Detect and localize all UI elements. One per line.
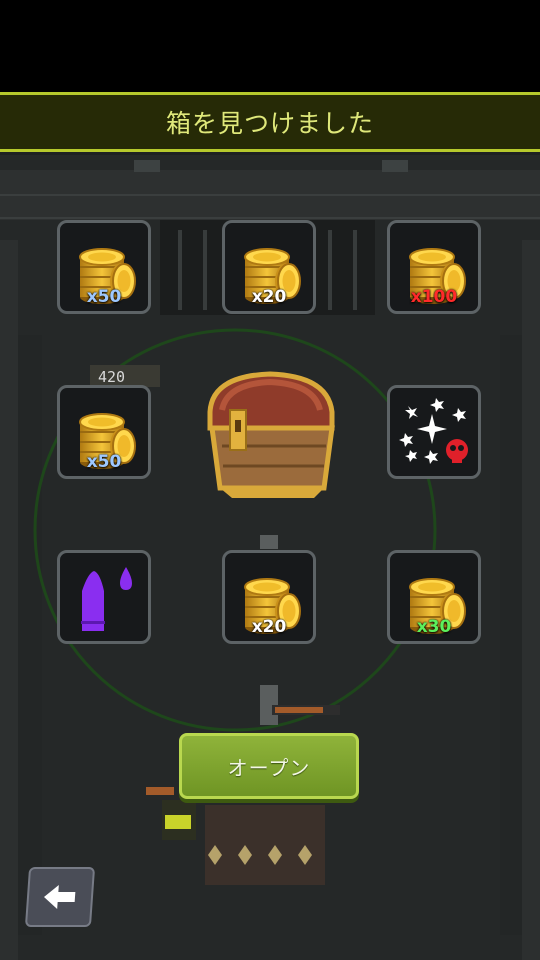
arrow-left-icon xyxy=(44,885,76,909)
reward-quantity: x30 xyxy=(416,617,452,637)
back-button[interactable] xyxy=(24,867,96,927)
reward-quantity: x20 xyxy=(251,287,287,307)
reward-slot-coins-1[interactable]: x50 xyxy=(57,220,151,314)
reward-quantity: x50 xyxy=(86,287,122,307)
reward-quantity: x50 xyxy=(86,452,122,472)
reward-slot-shuriken[interactable] xyxy=(387,385,481,479)
top-black-bar xyxy=(0,0,540,92)
reward-slot-coins-4[interactable]: x50 xyxy=(57,385,151,479)
open-button-label: オープン xyxy=(227,755,311,780)
open-chest-button[interactable]: オープン xyxy=(179,733,359,799)
wall-counter: 420 xyxy=(98,368,125,386)
shuriken-poison-icon xyxy=(399,398,468,464)
reward-slot-coins-5[interactable]: x20 xyxy=(222,550,316,644)
reward-quantity: x100 xyxy=(410,287,458,307)
purple-bullet-icon xyxy=(81,567,132,631)
title-banner: 箱を見つけました xyxy=(0,92,540,152)
page-title: 箱を見つけました xyxy=(165,109,374,138)
reward-slot-ammo[interactable] xyxy=(57,550,151,644)
reward-quantity: x20 xyxy=(251,617,287,637)
reward-slot-coins-3[interactable]: x100 xyxy=(387,220,481,314)
treasure-chest-icon xyxy=(207,371,335,498)
reward-slot-coins-2[interactable]: x20 xyxy=(222,220,316,314)
reward-slot-coins-6[interactable]: x30 xyxy=(387,550,481,644)
